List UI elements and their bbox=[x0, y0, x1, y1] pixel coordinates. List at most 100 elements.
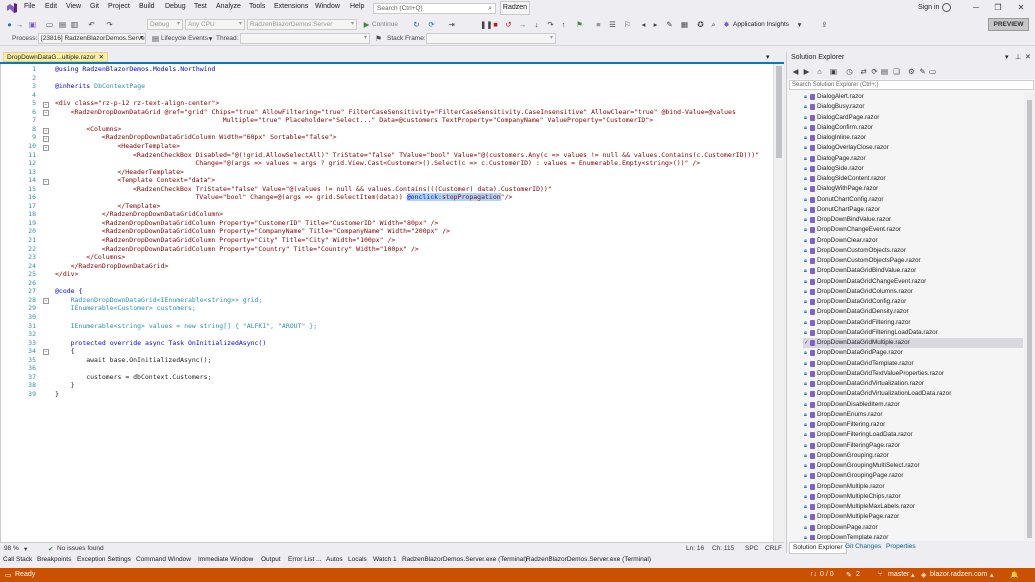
fold-toggle-icon[interactable]: − bbox=[43, 128, 49, 134]
app-insights-icon[interactable]: ✸ bbox=[722, 20, 731, 29]
solution-tree-item[interactable]: 🔒︎ DropDownTemplate.razor bbox=[804, 533, 1023, 540]
code-line[interactable]: protected override async Task OnInitiali… bbox=[71, 339, 267, 348]
list-icon[interactable]: ▦ bbox=[680, 20, 689, 29]
solution-tree-item[interactable]: ✓ DropDownDataGridMultiple.razor bbox=[803, 338, 1023, 349]
save-all-icon[interactable]: ▥ bbox=[70, 20, 79, 29]
code-line[interactable]: <RadzenDropDownDataGrid @ref="grid" Chip… bbox=[71, 108, 736, 117]
code-line[interactable]: </RadzenDropDownDataGridColumn> bbox=[102, 210, 223, 219]
code-line[interactable]: @using RadzenBlazorDemos.Models.Northwin… bbox=[55, 65, 216, 74]
menu-edit[interactable]: Edit bbox=[45, 3, 57, 10]
tool-tab[interactable]: RadzenBlazorDemos.Server.exe (Terminal) bbox=[402, 555, 527, 565]
pin-icon[interactable]: ⊥ bbox=[1015, 52, 1021, 64]
solution-tree-item[interactable]: 🔒︎ DropDownEnums.razor bbox=[804, 410, 1023, 420]
format-icon[interactable]: ≡ bbox=[594, 20, 603, 29]
solution-tree-item[interactable]: 🔒︎ DropDownDataGridTextValueProperties.ra… bbox=[804, 369, 1023, 379]
back-icon[interactable]: ◀ bbox=[791, 67, 800, 76]
tool-tab[interactable]: Call Stack bbox=[3, 555, 32, 565]
editor-vertical-scrollbar[interactable] bbox=[773, 64, 784, 542]
close-tab-icon[interactable]: ✕ bbox=[99, 54, 104, 61]
fold-toggle-icon[interactable]: − bbox=[43, 298, 49, 304]
solution-tree-item[interactable]: 🔒︎ DropDownFilteringPage.razor bbox=[804, 441, 1023, 451]
code-line[interactable]: await base.OnInitializedAsync(); bbox=[86, 356, 211, 365]
tool-tab[interactable]: RadzenBlazorDemos.Server.exe (Terminal) bbox=[526, 555, 651, 565]
solution-tree-item[interactable]: 🔒︎ DropDownDataGridTemplate.razor bbox=[804, 359, 1023, 369]
code-line[interactable]: <div class="rz-p-12 rz-text-align-center… bbox=[55, 99, 219, 108]
solution-tree-item[interactable]: 🔒︎ DropDownPage.razor bbox=[804, 523, 1023, 533]
code-line[interactable]: </Template> bbox=[117, 202, 160, 211]
tab-properties[interactable]: Properties bbox=[883, 542, 919, 552]
solution-tree-item[interactable]: 🔒︎ DialogSide.razor bbox=[804, 164, 1023, 174]
solution-tree-item[interactable]: 🔒︎ DropDownDataGridBindValue.razor bbox=[804, 266, 1023, 276]
solution-explorer-search-input[interactable]: Search Solution Explorer (Ctrl+;) bbox=[789, 80, 1034, 90]
sign-in-link[interactable]: Sign in bbox=[918, 4, 939, 11]
solution-tree-item[interactable]: 🔒︎ DialogCardPage.razor bbox=[804, 113, 1023, 123]
tool-tab[interactable]: Exception Settings bbox=[77, 555, 131, 565]
solution-tree-item[interactable]: 🔒︎ DropDownDataGridPage.razor bbox=[804, 348, 1023, 358]
solution-tree-item[interactable]: 🔒︎ DialogPage.razor bbox=[804, 154, 1023, 164]
home-icon[interactable]: ⌂ bbox=[815, 67, 824, 76]
pending-changes-icon[interactable]: ◷ bbox=[845, 67, 854, 76]
solution-tree-item[interactable]: 🔒︎ DropDownDataGridFilteringLoadData.razo… bbox=[804, 328, 1023, 338]
indent-mode[interactable]: SPC bbox=[745, 545, 758, 552]
solution-tree-item[interactable]: 🔒︎ DonutChartConfig.razor bbox=[804, 195, 1023, 205]
code-line[interactable]: IEnumerable<Customer> customers; bbox=[71, 304, 196, 313]
close-panel-icon[interactable]: ✕ bbox=[1025, 52, 1031, 64]
close-icon[interactable]: ✕ bbox=[1011, 1, 1031, 15]
branch-dropdown-icon[interactable]: ▴ bbox=[911, 571, 915, 579]
fold-toggle-icon[interactable]: − bbox=[43, 349, 49, 355]
find-icon[interactable]: ⌕ bbox=[709, 20, 718, 29]
tool-tab[interactable]: Error List ... bbox=[288, 555, 322, 565]
solution-tree-item[interactable]: 🔒︎ DialogInline.razor bbox=[804, 133, 1023, 143]
menu-project[interactable]: Project bbox=[108, 3, 130, 10]
code-line[interactable]: <HeaderTemplate> bbox=[117, 142, 180, 151]
step-into-icon[interactable]: ↓ bbox=[532, 20, 541, 29]
solution-tree-item[interactable]: 🔒︎ DropDownGroupingPage.razor bbox=[804, 471, 1023, 481]
solution-tree-item[interactable]: 🔒︎ DropDownDataGridVirtualizationLoadData… bbox=[804, 389, 1023, 399]
step-out-icon[interactable]: ↑ bbox=[559, 20, 568, 29]
code-editor[interactable]: 1 2 3 4 5 6 7 8 9 10 11 12 13 14 15 16 17 18 19 20 21 22 23 24 2… bbox=[0, 64, 784, 542]
code-line[interactable]: <RadzenDropDownDataGridColumn Width="60p… bbox=[102, 133, 337, 142]
solution-tree-item[interactable]: 🔒︎ DropDownDataGridVirtualization.razor bbox=[804, 379, 1023, 389]
solution-tree-item[interactable]: 🔒︎ DropDownDisabledItem.razor bbox=[804, 400, 1023, 410]
code-line[interactable]: <RadzenDropDownDataGridColumn Property="… bbox=[102, 236, 396, 245]
document-tab[interactable]: DropDownDataG...ultiple.razor ✕ bbox=[3, 52, 108, 62]
code-line[interactable]: TValue="bool" Change=@(args => grid.Sele… bbox=[195, 193, 512, 202]
global-search-input[interactable]: Search (Ctrl+Q) ⌕ bbox=[373, 3, 496, 14]
code-line[interactable]: <RadzenCheckBox Disabled="@(!grid.AllowS… bbox=[133, 151, 759, 160]
code-line[interactable]: <Template Context="data"> bbox=[117, 176, 215, 185]
fold-toggle-icon[interactable]: − bbox=[43, 110, 49, 116]
code-line[interactable]: } bbox=[55, 390, 59, 399]
menu-debug[interactable]: Debug bbox=[165, 3, 186, 10]
restart-icon[interactable]: ↺ bbox=[504, 20, 513, 29]
fold-toggle-icon[interactable]: − bbox=[43, 102, 49, 108]
solution-tree-item[interactable]: 🔒︎ DropDownCustomObjectsPage.razor bbox=[804, 256, 1023, 266]
solution-tree-item[interactable]: 🔒︎ DialogBusy.razor bbox=[804, 102, 1023, 112]
solution-tree-item[interactable]: 🔒︎ DialogSideContent.razor bbox=[804, 174, 1023, 184]
code-line[interactable]: </div> bbox=[55, 270, 78, 279]
refresh-icon[interactable]: ⟳ bbox=[870, 67, 879, 76]
solution-tree-scrollbar[interactable] bbox=[1024, 92, 1035, 540]
stop-icon[interactable]: ■ bbox=[491, 20, 500, 29]
live-share-icon[interactable]: ⇪ bbox=[820, 20, 829, 29]
clear-bookmarks-icon[interactable]: ✎ bbox=[665, 20, 674, 29]
startup-project-dropdown[interactable]: RadzenBlazorDemos.Server ▾ bbox=[247, 19, 357, 30]
solution-tree-item[interactable]: 🔒︎ DonutChartPage.razor bbox=[804, 205, 1023, 215]
code-line[interactable]: <RadzenDropDownDataGridColumn Property="… bbox=[102, 227, 450, 236]
comment-icon[interactable]: ☰ bbox=[608, 20, 617, 29]
new-item-icon[interactable]: ▣ bbox=[28, 20, 37, 29]
code-line[interactable]: Change="@(args => values = args ? grid.V… bbox=[195, 159, 700, 168]
continue-label[interactable]: Continue bbox=[372, 21, 398, 28]
highlight-icon[interactable]: ✪ bbox=[696, 20, 705, 29]
bookmark-prev-icon[interactable]: ◂ bbox=[639, 20, 648, 29]
notifications-icon[interactable]: 🔔 bbox=[1010, 571, 1019, 579]
tab-git-changes[interactable]: Git Changes bbox=[842, 542, 884, 552]
solution-tree-item[interactable]: 🔒︎ DropDownDataGridConfig.razor bbox=[804, 297, 1023, 307]
solution-tree-item[interactable]: 🔒︎ DropDownDataGridDensity.razor bbox=[804, 307, 1023, 317]
code-line[interactable]: @inherits DbContextPage bbox=[55, 82, 145, 91]
nav-back-icon[interactable]: ● bbox=[5, 20, 14, 29]
pause-icon[interactable]: ❚❚ bbox=[480, 20, 493, 29]
undo-icon[interactable]: ↶ bbox=[87, 20, 96, 29]
pending-changes-count[interactable]: 2 bbox=[856, 571, 860, 578]
platform-dropdown[interactable]: Any CPU ▾ bbox=[185, 19, 245, 30]
menu-window[interactable]: Window bbox=[315, 3, 340, 10]
